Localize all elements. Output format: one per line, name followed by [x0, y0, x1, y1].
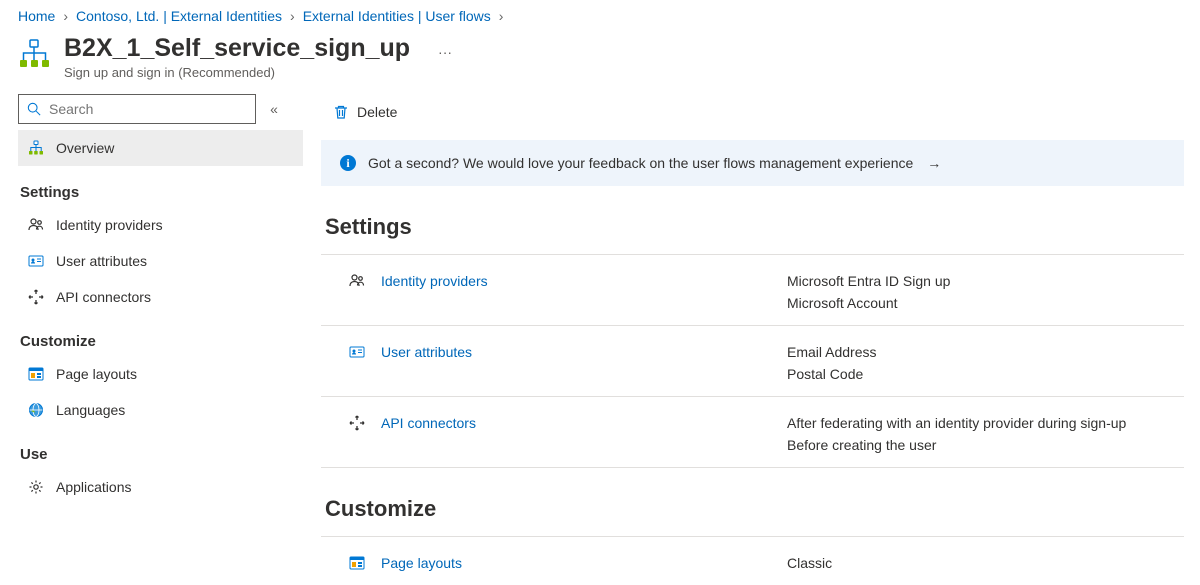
layouts-icon — [349, 555, 365, 571]
sidebar-item-languages[interactable]: Languages — [18, 392, 303, 428]
attributes-icon — [28, 253, 44, 269]
sidebar-item-label: API connectors — [56, 289, 151, 305]
row-user-attributes: User attributes Email Address Postal Cod… — [321, 326, 1184, 397]
layouts-icon — [28, 366, 44, 382]
sidebar-item-label: Identity providers — [56, 217, 163, 233]
sidebar-item-label: Page layouts — [56, 366, 137, 382]
feedback-banner[interactable]: i Got a second? We would love your feedb… — [321, 140, 1184, 186]
sidebar-item-identity-providers[interactable]: Identity providers — [18, 207, 303, 243]
trash-icon — [333, 104, 349, 120]
row-identity-providers: Identity providers Microsoft Entra ID Si… — [321, 254, 1184, 326]
search-icon — [27, 102, 41, 116]
value: Email Address — [787, 344, 1184, 360]
sidebar-item-user-attributes[interactable]: User attributes — [18, 243, 303, 279]
more-button[interactable]: ··· — [430, 40, 460, 64]
userflow-icon — [18, 38, 50, 70]
link-api-connectors[interactable]: API connectors — [381, 415, 476, 431]
value: Classic — [787, 555, 1184, 571]
breadcrumb-org[interactable]: Contoso, Ltd. | External Identities — [76, 8, 282, 24]
connectors-icon — [28, 289, 44, 305]
sidebar: « Overview Settings Identity providers — [0, 94, 305, 585]
section-title-settings: Settings — [325, 214, 1184, 240]
chevron-right-icon: › — [63, 8, 68, 24]
sidebar-section-use: Use — [18, 428, 303, 469]
info-icon: i — [340, 155, 356, 171]
overview-icon — [28, 140, 44, 156]
breadcrumb-userflows[interactable]: External Identities | User flows — [303, 8, 491, 24]
sidebar-item-label: Overview — [56, 140, 114, 156]
main-content: Delete i Got a second? We would love you… — [305, 94, 1200, 585]
row-page-layouts: Page layouts Classic — [321, 536, 1184, 585]
arrow-right-icon: → — [927, 155, 941, 171]
link-identity-providers[interactable]: Identity providers — [381, 273, 488, 289]
section-title-customize: Customize — [325, 496, 1184, 522]
sidebar-item-page-layouts[interactable]: Page layouts — [18, 356, 303, 392]
gear-icon — [28, 479, 44, 495]
value: Microsoft Entra ID Sign up — [787, 273, 1184, 289]
chevron-right-icon: › — [499, 8, 504, 24]
page-header: B2X_1_Self_service_sign_up Sign up and s… — [0, 24, 1200, 94]
breadcrumb: Home › Contoso, Ltd. | External Identiti… — [0, 0, 1200, 24]
sidebar-section-settings: Settings — [18, 166, 303, 207]
delete-button[interactable]: Delete — [333, 104, 397, 120]
breadcrumb-home[interactable]: Home — [18, 8, 55, 24]
toolbar: Delete — [321, 94, 1184, 130]
sidebar-item-api-connectors[interactable]: API connectors — [18, 279, 303, 315]
search-input[interactable] — [49, 101, 247, 117]
connectors-icon — [349, 415, 365, 431]
value: Before creating the user — [787, 437, 1184, 453]
value: Postal Code — [787, 366, 1184, 382]
attributes-icon — [349, 344, 365, 360]
page-title: B2X_1_Self_service_sign_up — [64, 34, 410, 63]
sidebar-section-customize: Customize — [18, 315, 303, 356]
search-input-wrapper[interactable] — [18, 94, 256, 124]
value: Microsoft Account — [787, 295, 1184, 311]
delete-label: Delete — [357, 104, 397, 120]
chevron-right-icon: › — [290, 8, 295, 24]
sidebar-item-label: Applications — [56, 479, 132, 495]
feedback-text: Got a second? We would love your feedbac… — [368, 155, 913, 171]
value: After federating with an identity provid… — [787, 415, 1184, 431]
link-user-attributes[interactable]: User attributes — [381, 344, 472, 360]
page-subtitle: Sign up and sign in (Recommended) — [64, 65, 410, 80]
sidebar-item-applications[interactable]: Applications — [18, 469, 303, 505]
sidebar-item-label: Languages — [56, 402, 125, 418]
row-api-connectors: API connectors After federating with an … — [321, 397, 1184, 468]
link-page-layouts[interactable]: Page layouts — [381, 555, 462, 571]
globe-icon — [28, 402, 44, 418]
identity-icon — [28, 217, 44, 233]
sidebar-item-overview[interactable]: Overview — [18, 130, 303, 166]
sidebar-item-label: User attributes — [56, 253, 147, 269]
identity-icon — [349, 273, 365, 289]
collapse-sidebar-button[interactable]: « — [264, 101, 284, 117]
